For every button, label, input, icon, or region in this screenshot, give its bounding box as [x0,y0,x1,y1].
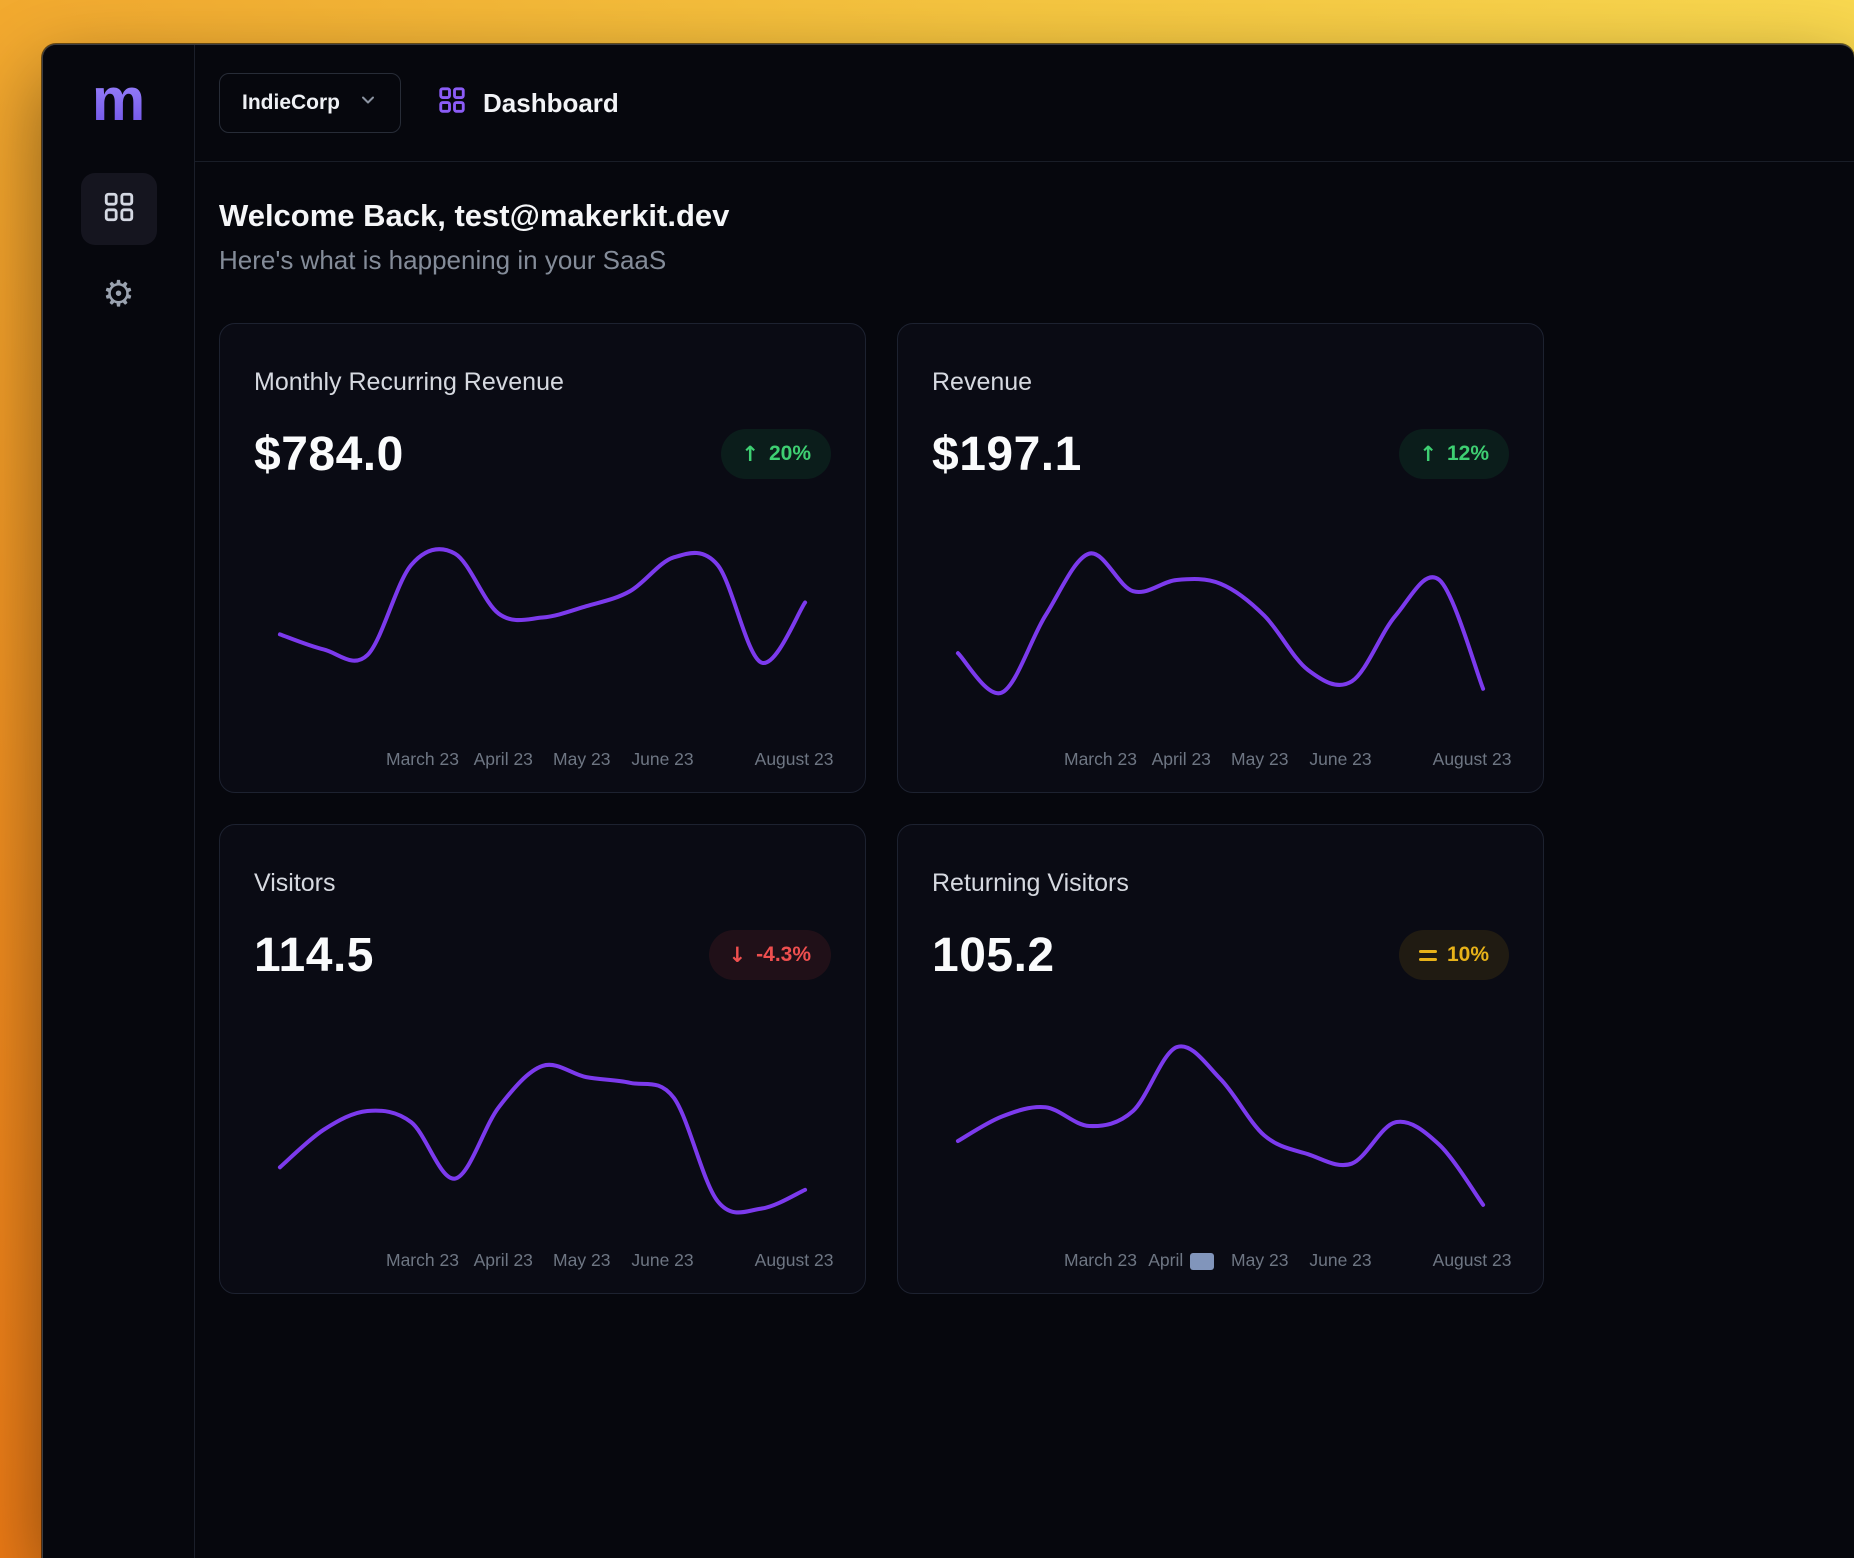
arrow-up-icon: ↑ [1419,444,1437,465]
x-axis-label: March 23 [1064,1250,1137,1271]
card-value-row: $784.0 ↑ 20% [254,425,831,483]
topbar: IndieCorp Dashboard [195,45,1854,162]
x-axis-label: August 23 [755,749,834,770]
app-logo[interactable]: m [92,67,145,133]
x-axis-labels: March 23 April 23 May 23 June 23 August 23 [932,749,1509,771]
main-content: Welcome Back, test@makerkit.dev Here's w… [195,162,1854,1294]
line-chart-svg [254,1020,831,1232]
stat-card: Revenue $197.1 ↑ 12% March 23 April 23 May 23 J… [897,323,1544,793]
arrow-down-icon: ↓ [729,945,747,966]
line-chart [254,519,831,731]
card-value: $784.0 [254,427,404,482]
page-heading: Dashboard [437,85,619,122]
card-value-row: $197.1 ↑ 12% [932,425,1509,483]
x-axis-label: June 23 [1309,1250,1371,1271]
trend-badge: 10% [1399,930,1509,980]
selection-artifact [1190,1253,1214,1270]
card-title: Returning Visitors [932,869,1509,898]
stat-card: Visitors 114.5 ↓ -4.3% March 23 April 23 May 2… [219,824,866,1294]
x-axis-label: August 23 [755,1250,834,1271]
stat-card: Returning Visitors105.210%March 23AprilM… [897,824,1544,1294]
card-title: Monthly Recurring Revenue [254,368,831,397]
trend-value: 20% [769,442,811,466]
x-axis-label: May 23 [1231,1250,1288,1271]
card-value: 105.2 [932,928,1055,983]
x-axis-label: April 23 [1152,749,1211,770]
x-axis-label: April 23 [474,749,533,770]
equals-icon [1419,950,1437,961]
card-title: Revenue [932,368,1509,397]
page-title: Dashboard [483,88,619,119]
app-window: m ⚙ IndieCorp [42,44,1854,1558]
x-axis-label: June 23 [631,749,693,770]
arrow-up-icon: ↑ [741,444,759,465]
line-chart [932,519,1509,731]
card-title: Visitors [254,869,831,898]
card-value: 114.5 [254,928,374,983]
line-chart [254,1020,831,1232]
trend-value: 12% [1447,442,1489,466]
trend-badge: ↑ 20% [721,429,831,479]
org-switcher-button[interactable]: IndieCorp [219,73,401,133]
card-value: $197.1 [932,427,1082,482]
stat-card: Monthly Recurring Revenue $784.0 ↑ 20% March… [219,323,866,793]
grid-icon [102,190,136,229]
trend-badge: ↑ 12% [1399,429,1509,479]
line-chart-svg [254,519,831,731]
sidebar: m ⚙ [43,45,195,1558]
x-axis-label: May 23 [1231,749,1288,770]
dashboard-icon [437,85,467,122]
cards-grid: Monthly Recurring Revenue $784.0 ↑ 20% March… [219,323,1830,1294]
trend-value: -4.3% [756,943,811,967]
x-axis-labels: March 23 April May 23 June 23 August 23 [932,1250,1509,1272]
x-axis-label: August 23 [1433,749,1512,770]
x-axis-label: March 23 [386,1250,459,1271]
card-value-row: 114.5 ↓ -4.3% [254,926,831,984]
x-axis-labels: March 23 April 23 May 23 June 23 August 23 [254,749,831,771]
line-chart [932,1020,1509,1232]
sidebar-item-dashboard[interactable] [81,173,157,245]
x-axis-label: May 23 [553,1250,610,1271]
x-axis-label: April 23 [474,1250,533,1271]
x-axis-label: June 23 [631,1250,693,1271]
card-value-row: 105.2 10% [932,926,1509,984]
trend-badge: ↓ -4.3% [709,930,831,980]
welcome-title: Welcome Back, test@makerkit.dev [219,198,1830,234]
x-axis-label: April [1148,1250,1214,1271]
content-area: IndieCorp Dashboard [195,45,1854,1558]
x-axis-labels: March 23 April 23 May 23 June 23 August 23 [254,1250,831,1272]
trend-value: 10% [1447,943,1489,967]
x-axis-label: March 23 [1064,749,1137,770]
x-axis-label: August 23 [1433,1250,1512,1271]
welcome-subtitle: Here's what is happening in your SaaS [219,245,1830,276]
x-axis-label: March 23 [386,749,459,770]
line-chart-svg [932,519,1509,731]
line-chart-svg [932,1020,1509,1232]
x-axis-label: June 23 [1309,749,1371,770]
x-axis-label: May 23 [553,749,610,770]
chevron-down-icon [358,90,378,116]
settings-icon[interactable]: ⚙ [102,277,134,313]
org-name: IndieCorp [242,91,340,115]
